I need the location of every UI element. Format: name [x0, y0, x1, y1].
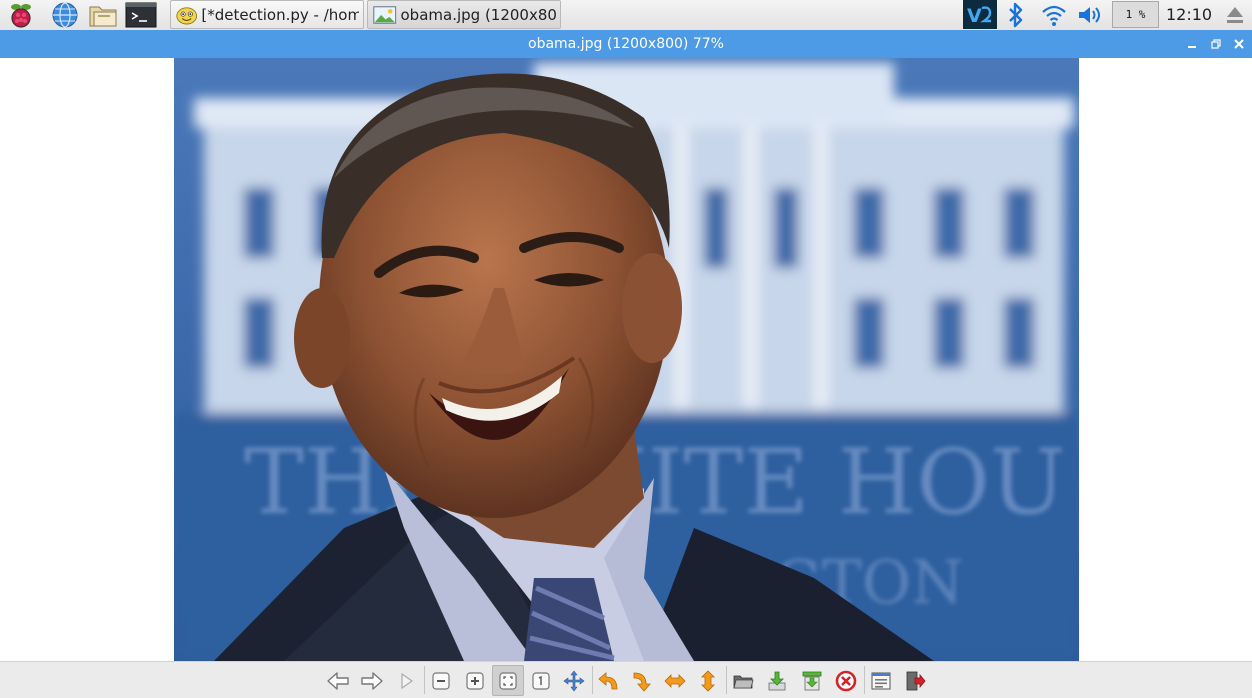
web-browser-button[interactable] — [48, 1, 82, 28]
task-thonny[interactable]: [*detection.py - /hom... — [170, 0, 364, 29]
bluetooth-button[interactable] — [1004, 0, 1028, 29]
close-button[interactable] — [1231, 36, 1247, 52]
next-button[interactable] — [356, 665, 388, 696]
bluetooth-icon — [1009, 2, 1023, 27]
wifi-icon — [1042, 5, 1066, 26]
zoom-in-icon — [466, 671, 484, 690]
maximize-icon — [1211, 39, 1221, 49]
window-title: obama.jpg (1200x800) 77% — [528, 36, 724, 52]
zoom-out-icon — [432, 671, 450, 690]
cpu-usage-monitor[interactable]: 1 % — [1112, 1, 1159, 28]
terminal-button[interactable] — [124, 1, 158, 28]
fullscreen-icon — [563, 670, 585, 691]
next-icon — [361, 671, 383, 690]
clock[interactable]: 12:10 — [1166, 0, 1212, 29]
quit-button[interactable] — [899, 665, 931, 696]
preferences-icon — [871, 672, 891, 689]
displayed-photo: THE WHITE HOU GTON — [174, 58, 1079, 661]
task-label: [*detection.py - /hom... — [201, 5, 359, 24]
thonny-icon — [176, 6, 198, 24]
raspberry-menu-icon — [11, 3, 31, 28]
volume-button[interactable] — [1074, 0, 1106, 29]
preferences-button[interactable] — [865, 665, 897, 696]
original-size-icon — [532, 671, 550, 690]
window-titlebar[interactable]: obama.jpg (1200x800) 77% — [0, 30, 1252, 58]
viewer-toolbar — [0, 661, 1252, 698]
raspberry-menu-button[interactable] — [4, 1, 38, 28]
svg-text:V: V — [967, 5, 982, 27]
file-manager-button[interactable] — [86, 1, 120, 28]
rotate-left-button[interactable] — [593, 665, 625, 696]
slideshow-button[interactable] — [390, 665, 422, 696]
delete-button[interactable] — [830, 665, 862, 696]
image-viewer-icon — [373, 5, 397, 24]
rotate-right-icon — [633, 672, 651, 692]
slideshow-icon — [401, 672, 414, 689]
task-label: obama.jpg (1200x80... — [400, 5, 557, 24]
terminal-icon — [125, 2, 157, 27]
wifi-button[interactable] — [1038, 0, 1070, 29]
eject-icon — [1227, 6, 1243, 23]
previous-button[interactable] — [322, 665, 354, 696]
maximize-button[interactable] — [1208, 36, 1224, 52]
flip-horizontal-icon — [664, 673, 686, 688]
flip-vertical-icon — [701, 669, 715, 692]
save-as-button[interactable] — [796, 665, 828, 696]
save-file-button[interactable] — [761, 665, 793, 696]
volume-icon — [1079, 6, 1100, 23]
fullscreen-button[interactable] — [558, 665, 590, 696]
eject-button[interactable] — [1222, 0, 1248, 29]
web-browser-icon — [52, 1, 78, 28]
flip-vertical-button[interactable] — [692, 665, 724, 696]
taskbar: [*detection.py - /hom... obama.jpg (1200… — [0, 0, 1252, 31]
quit-icon — [906, 671, 926, 690]
task-image-viewer[interactable]: obama.jpg (1200x80... — [367, 0, 561, 29]
vnc-icon: V — [963, 0, 997, 29]
zoom-fit-icon — [499, 671, 517, 690]
original-size-button[interactable] — [525, 665, 557, 696]
minimize-button[interactable] — [1184, 36, 1200, 52]
save-file-icon — [768, 671, 786, 690]
image-viewport[interactable]: THE WHITE HOU GTON — [0, 58, 1252, 661]
close-icon — [1234, 39, 1244, 49]
open-file-button[interactable] — [727, 665, 759, 696]
previous-icon — [327, 671, 349, 690]
save-as-icon — [802, 671, 822, 690]
zoom-out-button[interactable] — [425, 665, 457, 696]
minimize-icon — [1188, 46, 1196, 48]
rotate-left-icon — [598, 671, 618, 689]
zoom-in-button[interactable] — [459, 665, 491, 696]
zoom-fit-button[interactable] — [492, 665, 524, 696]
flip-horizontal-button[interactable] — [659, 665, 691, 696]
vnc-button[interactable]: V — [963, 0, 997, 29]
open-file-icon — [733, 675, 754, 688]
photo-portrait: THE WHITE HOU GTON — [174, 58, 1079, 661]
file-manager-icon — [89, 6, 117, 26]
rotate-right-button[interactable] — [626, 665, 658, 696]
delete-icon — [835, 670, 857, 691]
